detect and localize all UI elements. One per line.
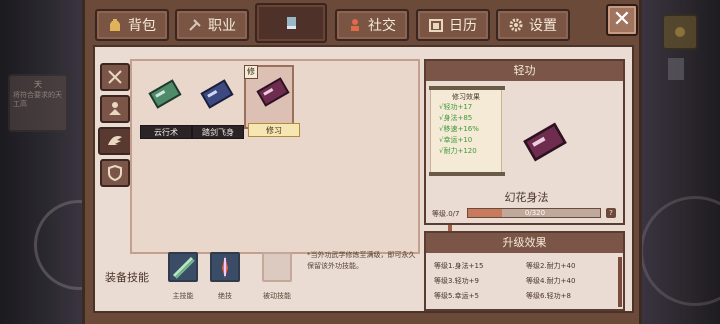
tab-social-label: 社交 — [368, 18, 396, 34]
sword-slash-icon — [172, 256, 195, 279]
main-skill-slot[interactable] — [168, 252, 198, 282]
effect-line: √身法+85 — [439, 114, 473, 122]
tab-bag[interactable]: 背包 — [95, 9, 169, 41]
ultimate-skill-label: 绝技 — [218, 292, 232, 300]
scroll-rod-top — [429, 86, 505, 90]
effects-scroll: 修习效果 √轻功+17 √身法+85 √移速+16% √幸运+10 √耐力+12… — [429, 86, 505, 176]
learn-tag: 修 — [244, 65, 258, 79]
main-skill-label: 主技能 — [172, 292, 194, 300]
tab-profession[interactable]: 职业 — [175, 9, 249, 41]
scroll-book-icon — [256, 77, 290, 107]
level-label: 等级.0/7 — [432, 210, 460, 218]
passive-skill-label: 被动技能 — [263, 292, 291, 300]
upgrade-effects-panel: 升级效果 等级1.身法+15 等级2.耐力+40 等级3.轻功+9 等级4.耐力… — [424, 231, 625, 311]
side-tab-weapon[interactable] — [100, 63, 130, 91]
person-icon — [351, 19, 359, 31]
tab-calendar-label: 日历 — [449, 18, 477, 34]
background-flag-icon — [668, 58, 684, 80]
effects-title: 修习效果 — [452, 93, 480, 101]
flame-sword-icon — [222, 256, 228, 278]
wing-icon — [108, 135, 122, 145]
effect-line: √移速+16% — [439, 125, 479, 133]
skills-window: 背包 职业 社交 日历 设置 ✕ 云行术 踏剑飞身 修 修习 装备技能 主技能 … — [82, 0, 642, 324]
upgrade-row: 等级6.轻功+8 — [526, 292, 571, 300]
tab-settings-label: 设置 — [529, 18, 557, 34]
calendar-icon — [429, 19, 443, 32]
side-tab-meditation[interactable] — [100, 95, 130, 123]
scroll-rod-bottom — [429, 172, 505, 176]
effect-line: √耐力+120 — [439, 147, 477, 155]
skills-panel: 云行术 踏剑飞身 修 修习 装备技能 主技能 绝技 被动技能 *当外功武学修炼至… — [93, 45, 634, 313]
ultimate-skill-slot[interactable] — [210, 252, 240, 282]
effect-line: √幸运+10 — [439, 136, 473, 144]
meditation-icon — [109, 102, 121, 115]
tab-social[interactable]: 社交 — [335, 9, 409, 41]
upgrade-row: 等级3.轻功+9 — [434, 277, 479, 285]
side-tab-defense[interactable] — [100, 159, 130, 187]
tab-calendar[interactable]: 日历 — [416, 9, 490, 41]
pick-icon — [189, 19, 201, 31]
scroll-book-icon — [200, 79, 234, 109]
background-map-icon — [662, 14, 698, 50]
skill-detail-panel: 轻功 修习效果 √轻功+17 √身法+85 √移速+16% √幸运+10 √耐力… — [424, 59, 625, 225]
effect-line: √轻功+17 — [439, 103, 473, 111]
book-icon — [287, 17, 296, 29]
tab-settings[interactable]: 设置 — [496, 9, 570, 41]
level-progress-bar: 0/320 — [467, 208, 601, 218]
equip-note: *当外功武学修炼至满级，即可永久保留该外功技能。 — [307, 251, 416, 270]
upgrade-scrollbar[interactable] — [618, 257, 622, 307]
learn-button[interactable]: 修习 — [248, 123, 300, 137]
upgrade-row: 等级2.耐力+40 — [526, 262, 576, 270]
background-quest-text: 将符合要求的天工高 — [13, 91, 62, 108]
upgrade-row: 等级4.耐力+40 — [526, 277, 576, 285]
tab-skills[interactable] — [255, 3, 327, 43]
tab-bag-label: 背包 — [128, 18, 156, 34]
upgrade-title: 升级效果 — [426, 233, 623, 253]
equip-label: 装备技能 — [105, 271, 149, 284]
skill-book-icon — [523, 122, 567, 162]
detail-title: 轻功 — [426, 61, 623, 81]
upgrade-row: 等级1.身法+15 — [434, 262, 484, 270]
skill-grid: 云行术 踏剑飞身 修 修习 — [130, 59, 452, 265]
side-tab-movement[interactable] — [98, 127, 132, 155]
level-progress-text: 0/320 — [524, 209, 546, 217]
skill-item-label: 云行术 — [140, 125, 192, 139]
bag-icon — [110, 19, 120, 31]
skill-name: 幻花身法 — [504, 191, 549, 204]
crossed-swords-icon — [108, 70, 122, 84]
background-quest-title: 天 — [34, 80, 42, 89]
level-info-button[interactable]: ? — [606, 208, 616, 218]
scroll-book-icon — [148, 79, 182, 109]
gear-icon — [509, 18, 523, 32]
skill-item-label: 踏剑飞身 — [192, 125, 244, 139]
tab-profession-label: 职业 — [208, 18, 236, 34]
background-quest-panel: 天 将符合要求的天工高 — [8, 74, 68, 132]
upgrade-row: 等级5.幸运+5 — [434, 292, 479, 300]
passive-skill-slot[interactable] — [262, 252, 292, 282]
close-button[interactable]: ✕ — [606, 4, 638, 36]
shield-icon — [108, 165, 122, 181]
